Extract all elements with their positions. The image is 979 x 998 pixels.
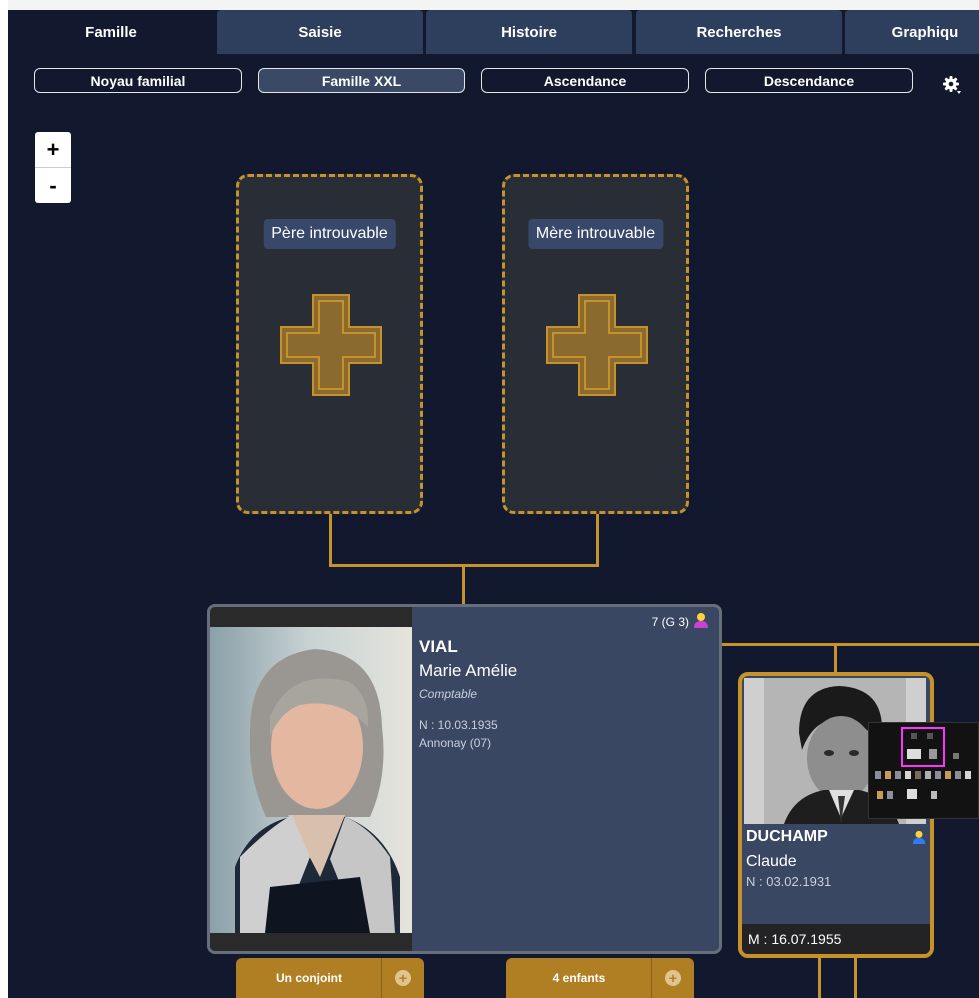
connector-children-2 bbox=[854, 958, 857, 998]
spouse-button-label: Un conjoint bbox=[276, 971, 342, 985]
tab-histoire[interactable]: Histoire bbox=[426, 10, 632, 54]
minimap[interactable] bbox=[868, 722, 979, 819]
minimap-node bbox=[965, 771, 971, 779]
add-child-plus-icon[interactable]: + bbox=[651, 958, 694, 998]
main-person-birth-place: Annonay (07) bbox=[419, 736, 492, 750]
connector-father bbox=[329, 514, 332, 566]
minimap-node bbox=[885, 771, 891, 779]
connector-mother bbox=[596, 514, 599, 566]
person-female-icon bbox=[694, 613, 708, 628]
father-placeholder-card[interactable]: Père introuvable bbox=[236, 174, 423, 514]
connector-to-main bbox=[462, 564, 465, 606]
add-spouse-plus-icon[interactable]: + bbox=[381, 958, 424, 998]
minimap-viewport[interactable] bbox=[901, 727, 945, 767]
subnav-noyau-familial[interactable]: Noyau familial bbox=[34, 68, 242, 93]
minimap-node bbox=[907, 789, 917, 799]
subnav-descendance[interactable]: Descendance bbox=[705, 68, 913, 93]
tab-graphiques[interactable]: Graphiqu bbox=[845, 10, 979, 54]
connector-children-1 bbox=[818, 958, 821, 998]
zoom-control: + - bbox=[35, 132, 71, 203]
subnav-famille-xxl[interactable]: Famille XXL bbox=[258, 68, 465, 93]
minimap-node bbox=[927, 733, 933, 739]
marriage-date: M : 16.07.1955 bbox=[742, 924, 930, 954]
minimap-node bbox=[875, 771, 881, 779]
zoom-out-button[interactable]: - bbox=[35, 167, 71, 203]
minimap-node bbox=[925, 771, 931, 779]
zoom-in-button[interactable]: + bbox=[35, 132, 71, 167]
minimap-node bbox=[907, 749, 921, 759]
father-placeholder-label: Père introuvable bbox=[263, 219, 396, 249]
tab-saisie[interactable]: Saisie bbox=[217, 10, 423, 54]
children-button[interactable]: 4 enfants + bbox=[506, 958, 694, 998]
main-person-photo-area bbox=[210, 607, 412, 951]
spouse-surname: DUCHAMP bbox=[746, 828, 828, 845]
spouse-button[interactable]: Un conjoint + bbox=[236, 958, 424, 998]
add-mother-plus-icon[interactable] bbox=[545, 293, 649, 397]
connector-spouse-horizontal bbox=[722, 643, 979, 646]
app: Famille Saisie Histoire Recherches Graph… bbox=[8, 0, 979, 998]
spouse-birth-date: N : 03.02.1931 bbox=[746, 874, 832, 889]
minimap-node bbox=[955, 771, 961, 779]
minimap-node bbox=[911, 733, 917, 739]
minimap-node bbox=[935, 771, 941, 779]
main-person-photo bbox=[210, 627, 412, 933]
minimap-node bbox=[945, 771, 951, 779]
main-person-occupation: Comptable bbox=[419, 687, 478, 701]
minimap-node bbox=[905, 771, 911, 779]
minimap-node bbox=[887, 791, 893, 799]
mother-placeholder-card[interactable]: Mère introuvable bbox=[502, 174, 689, 514]
gear-icon[interactable] bbox=[942, 75, 962, 95]
children-button-label: 4 enfants bbox=[552, 971, 606, 985]
minimap-node bbox=[895, 771, 901, 779]
spouse-given-name: Claude bbox=[746, 853, 797, 870]
main-person-given-name: Marie Amélie bbox=[419, 661, 518, 680]
main-person-birth-date: N : 10.03.1935 bbox=[419, 718, 498, 732]
minimap-node bbox=[931, 791, 937, 799]
tab-famille[interactable]: Famille bbox=[8, 10, 214, 54]
main-person-surname: VIAL bbox=[419, 637, 458, 656]
connector-to-spouse bbox=[834, 643, 837, 673]
minimap-node bbox=[929, 749, 937, 759]
person-male-icon bbox=[912, 830, 926, 844]
subnav-ascendance[interactable]: Ascendance bbox=[481, 68, 689, 93]
tab-recherches[interactable]: Recherches bbox=[636, 10, 842, 54]
minimap-node bbox=[877, 791, 883, 799]
main-person-card[interactable]: 7 (G 3) VIAL Marie Amélie Comptable N : … bbox=[207, 604, 722, 954]
descendant-count: 7 (G 3) bbox=[651, 615, 689, 629]
minimap-node bbox=[915, 771, 921, 779]
add-father-plus-icon[interactable] bbox=[279, 293, 383, 397]
minimap-node bbox=[953, 753, 959, 759]
top-strip bbox=[8, 0, 979, 10]
mother-placeholder-label: Mère introuvable bbox=[527, 219, 664, 249]
